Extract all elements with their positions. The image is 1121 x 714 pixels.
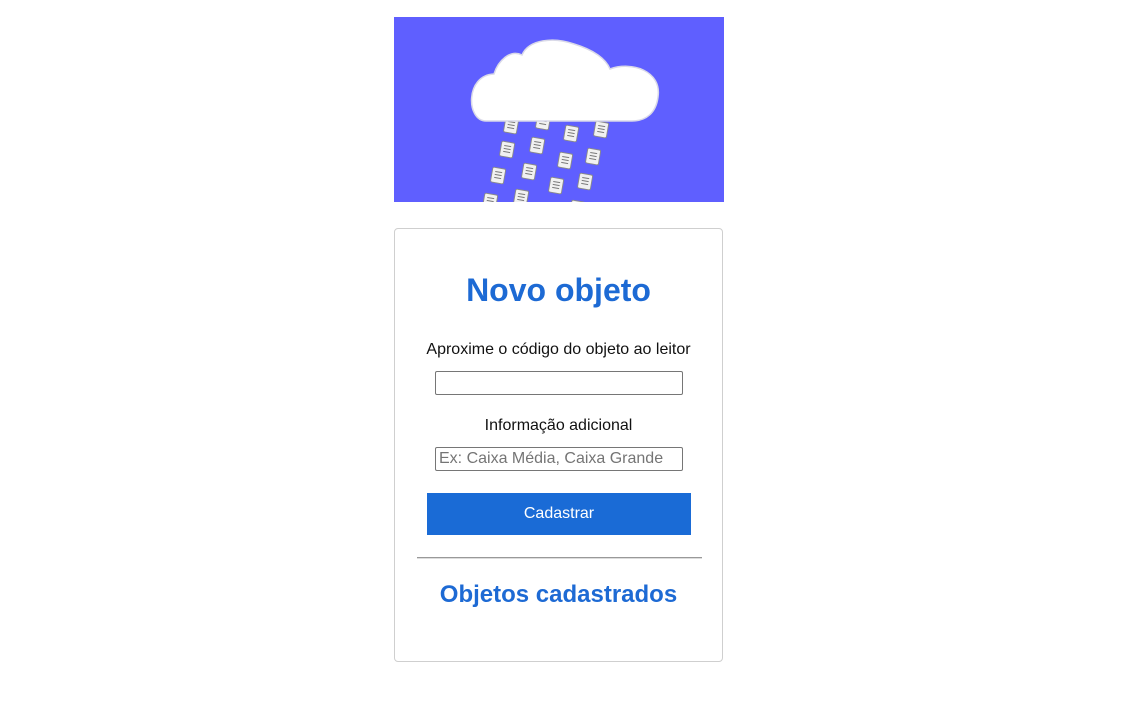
cloud-documents-illustration [470,39,659,202]
document-icons [481,112,610,202]
page-title: Novo objeto [466,272,651,308]
registered-objects-heading: Objetos cadastrados [439,581,678,608]
form-card: Novo objeto Aproxime o código do objeto … [394,228,723,662]
info-label: Informação adicional [484,417,633,434]
code-label: Aproxime o código do objeto ao leitor [426,341,691,358]
info-input[interactable] [435,447,683,471]
banner-image [394,17,724,202]
code-input[interactable] [435,371,683,395]
submit-button[interactable]: Cadastrar [427,493,691,535]
page: Novo objeto Aproxime o código do objeto … [0,0,1121,714]
cloud-icon [470,39,659,122]
divider [417,557,702,559]
